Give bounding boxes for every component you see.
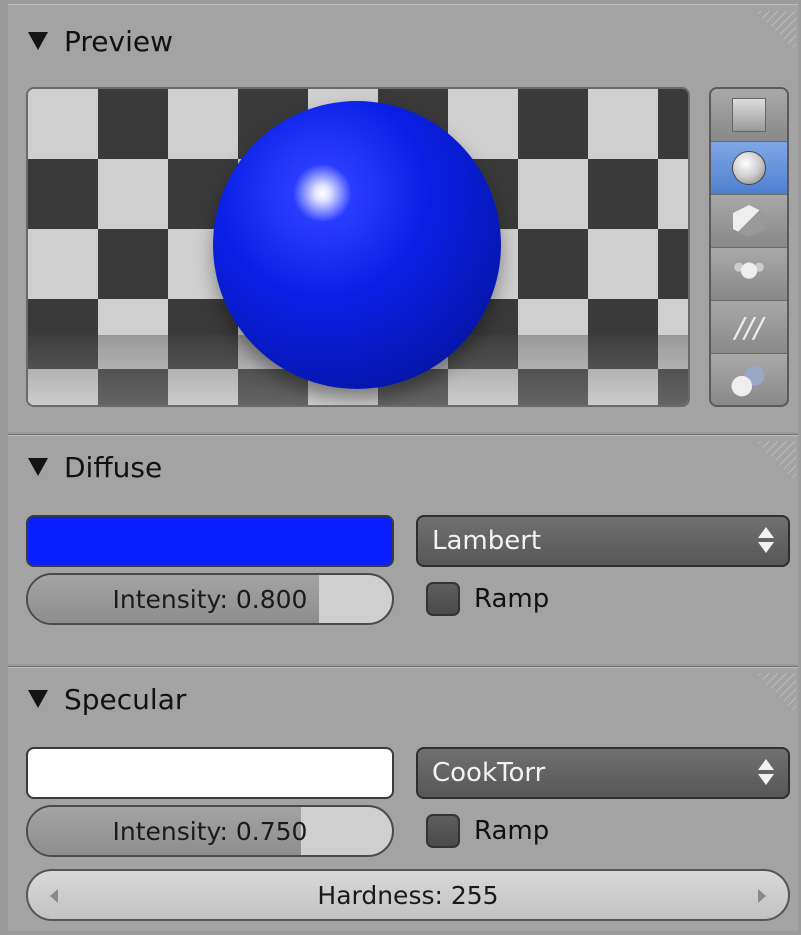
specular-hardness-label: Hardness: 255 (317, 880, 499, 910)
preview-type-monkey-button[interactable] (711, 248, 787, 301)
specular-shader-value: CookTorr (432, 758, 546, 788)
collapse-triangle-icon[interactable] (28, 32, 48, 50)
specular-shader-dropdown[interactable]: CookTorr (416, 747, 790, 799)
diffuse-panel-title: Diffuse (64, 450, 163, 484)
preview-panel-title: Preview (64, 24, 173, 58)
preview-type-selector: /// (709, 87, 789, 407)
collapse-triangle-icon[interactable] (28, 690, 48, 708)
dropdown-arrows-icon (758, 759, 774, 785)
monkey-icon (732, 257, 766, 291)
world-sphere-icon (731, 363, 767, 398)
specular-hardness-field[interactable]: Hardness: 255 (26, 869, 790, 921)
diffuse-intensity-slider[interactable]: Intensity: 0.800 (26, 573, 394, 625)
diffuse-color-swatch[interactable] (26, 515, 394, 567)
preview-panel-header[interactable]: Preview (28, 21, 173, 61)
diffuse-shader-dropdown[interactable]: Lambert (416, 515, 790, 567)
specular-panel-header[interactable]: Specular (28, 679, 186, 719)
dropdown-arrows-icon (758, 527, 774, 553)
specular-ramp-toggle[interactable]: Ramp (426, 805, 549, 857)
preview-type-world-button[interactable] (711, 354, 787, 405)
panel-drag-grip-icon[interactable] (756, 673, 796, 713)
material-preview-render (26, 87, 690, 407)
specular-ramp-checkbox[interactable] (426, 814, 460, 848)
sphere-icon (732, 151, 766, 185)
specular-panel-title: Specular (64, 682, 187, 716)
increment-arrow-icon[interactable] (758, 889, 766, 903)
decrement-arrow-icon[interactable] (50, 889, 58, 903)
preview-type-flat-button[interactable] (711, 89, 787, 142)
cube-icon (733, 205, 765, 237)
preview-panel: Preview /// (8, 4, 798, 432)
diffuse-shader-value: Lambert (432, 526, 542, 556)
diffuse-ramp-toggle[interactable]: Ramp (426, 573, 549, 625)
preview-sphere (213, 101, 501, 389)
collapse-triangle-icon[interactable] (28, 458, 48, 476)
diffuse-ramp-checkbox[interactable] (426, 582, 460, 616)
diffuse-ramp-label: Ramp (474, 584, 550, 614)
preview-type-hair-button[interactable]: /// (711, 301, 787, 354)
specular-panel: Specular CookTorr Intensity: 0.750 Ramp … (8, 666, 798, 931)
hair-strands-icon: /// (734, 310, 764, 344)
specular-intensity-slider[interactable]: Intensity: 0.750 (26, 805, 394, 857)
specular-ramp-label: Ramp (474, 816, 550, 846)
diffuse-panel: Diffuse Lambert Intensity: 0.800 Ramp (8, 434, 798, 664)
flat-plane-icon (732, 98, 766, 132)
diffuse-intensity-label: Intensity: 0.800 (112, 584, 308, 614)
specular-intensity-label: Intensity: 0.750 (112, 816, 308, 846)
preview-type-sphere-button[interactable] (711, 142, 787, 195)
panel-drag-grip-icon[interactable] (756, 11, 796, 51)
diffuse-panel-header[interactable]: Diffuse (28, 447, 162, 487)
panel-drag-grip-icon[interactable] (756, 441, 796, 481)
preview-type-cube-button[interactable] (711, 195, 787, 248)
specular-color-swatch[interactable] (26, 747, 394, 799)
